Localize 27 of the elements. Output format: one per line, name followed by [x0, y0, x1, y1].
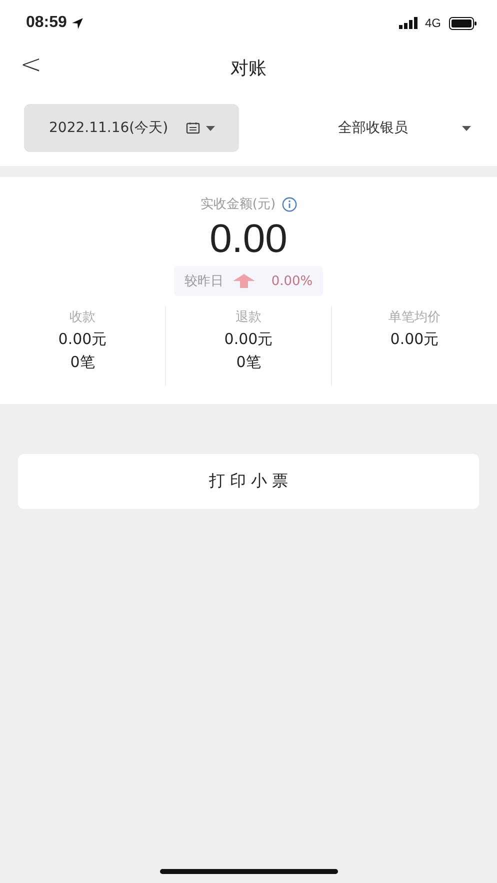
status-time: 08:59 [26, 14, 67, 32]
stat-count: 0笔 [236, 353, 261, 372]
back-button[interactable]: < [20, 50, 42, 80]
stat-label: 收款 [70, 309, 96, 326]
stat-amount: 0.00元 [224, 330, 273, 349]
stat-label: 单笔均价 [388, 309, 440, 326]
print-receipt-button[interactable]: 打 印 小 票 [18, 454, 479, 509]
network-type: 4G [424, 16, 441, 30]
date-picker[interactable]: 2022.11.16(今天) [24, 104, 239, 152]
compare-value: 0.00% [271, 274, 313, 288]
cashier-dropdown[interactable]: 全部收银员 [239, 119, 473, 137]
dropdown-caret-icon [462, 126, 471, 130]
stat-amount: 0.00元 [390, 330, 439, 349]
stat-amount: 0.00元 [58, 330, 107, 349]
page-title: 对账 [230, 57, 266, 80]
dropdown-caret-icon [206, 126, 216, 130]
amount-label: 实收金额(元) [200, 196, 276, 213]
up-arrow-icon [233, 274, 256, 288]
compare-label: 较昨日 [184, 273, 224, 290]
battery-icon [449, 16, 477, 30]
amount-value: 0.00 [210, 217, 288, 262]
signal-icon [398, 17, 419, 29]
stat-count: 0笔 [70, 353, 95, 372]
location-arrow-icon [70, 16, 84, 30]
stat-label: 退款 [236, 309, 262, 326]
calendar-icon [186, 122, 200, 134]
info-icon[interactable] [282, 196, 297, 212]
